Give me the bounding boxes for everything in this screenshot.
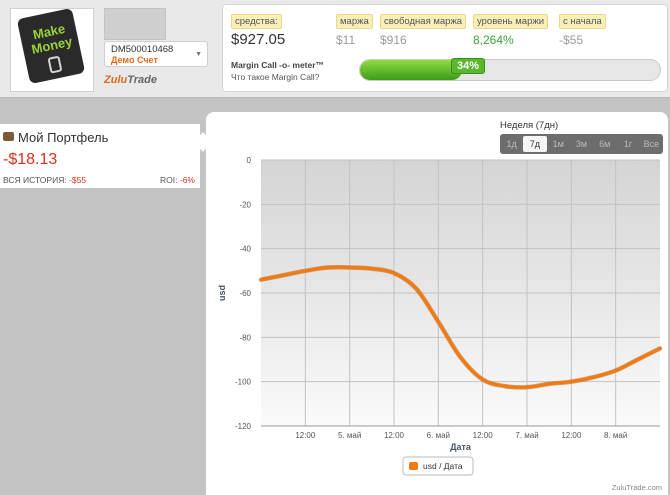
chart-panel: 0 -20 -40 -60 -80 -100 -120 12:00 5. май 12:00 6. …	[206, 112, 668, 495]
x-tick-label: 7. май	[515, 431, 538, 440]
account-stats-panel: средства: $927.05 маржа $11 свободная ма…	[222, 4, 668, 92]
make-money-card-icon: Make Money	[16, 7, 86, 85]
legend-swatch	[409, 462, 418, 470]
thumbnail-placeholder	[104, 8, 166, 40]
x-tick-label: 12:00	[561, 431, 582, 440]
y-tick-label: -20	[239, 200, 251, 209]
zulutrade-logo[interactable]: ZuluTrade	[104, 74, 157, 86]
margin-level-value: 8,264%	[473, 33, 514, 47]
free-margin-value: $916	[380, 33, 407, 47]
range-tab-2[interactable]: 1м	[547, 134, 570, 154]
legend-label: usd / Дата	[423, 461, 463, 471]
history-value: -$55	[69, 175, 87, 185]
briefcase-icon	[3, 132, 14, 141]
figure-icon	[47, 55, 63, 74]
portfolio-chart: 0 -20 -40 -60 -80 -100 -120 12:00 5. май 12:00 6. …	[217, 156, 663, 476]
stat-funds: средства: $927.05	[231, 11, 285, 48]
logo-part1: Zulu	[104, 74, 128, 86]
x-tick-label: 8. май	[604, 431, 627, 440]
range-tab-5[interactable]: 1г	[616, 134, 639, 154]
range-tab-4[interactable]: 6м	[593, 134, 616, 154]
range-tab-3[interactable]: 3м	[570, 134, 593, 154]
y-tick-label: -80	[239, 333, 251, 342]
margin-call-meter-overlay: 34%	[359, 58, 661, 81]
avatar[interactable]: Make Money	[10, 7, 94, 92]
y-tick-label: 0	[247, 156, 252, 165]
stat-margin: маржа $11	[336, 11, 373, 47]
account-type: Демо Счет	[111, 55, 158, 65]
y-tick-label: -40	[239, 245, 251, 254]
margin-call-percent: 34%	[451, 58, 486, 74]
y-tick-label: -60	[239, 289, 251, 298]
account-id: DM500010468	[111, 44, 174, 55]
x-tick-label: 12:00	[295, 431, 316, 440]
logo-part2: Trade	[127, 74, 157, 86]
funds-label: средства:	[231, 14, 282, 29]
free-margin-label: свободная маржа	[380, 14, 467, 29]
since-start-value: -$55	[559, 33, 584, 47]
roi-label: ROI:	[160, 175, 178, 185]
range-tab-6[interactable]: Все	[640, 134, 663, 154]
portfolio-roi: ROI: -6%	[160, 175, 195, 185]
range-tab-0[interactable]: 1д	[500, 134, 523, 154]
footer-note[interactable]: ZuluTrade.com	[612, 483, 662, 492]
margin-label: маржа	[336, 14, 373, 29]
portfolio-title: Мой Портфель	[18, 130, 109, 145]
roi-value: -6%	[179, 175, 195, 185]
x-tick-label: 12:00	[473, 431, 494, 440]
y-tick-label: -100	[235, 378, 252, 387]
margin-value: $11	[336, 33, 356, 47]
stat-margin-level: уровень маржи 8,264%	[473, 11, 549, 47]
margin-call-title: Margin Call -o- meter™	[231, 60, 325, 70]
y-axis-label: usd	[217, 285, 227, 301]
avatar-text: Make Money	[30, 20, 74, 57]
stat-since-start: с начала -$55	[559, 11, 606, 47]
x-tick-label: 5. май	[338, 431, 361, 440]
stat-free-margin: свободная маржа $916	[380, 11, 467, 47]
y-tick-label: -120	[235, 422, 252, 431]
margin-level-label: уровень маржи	[473, 14, 549, 29]
range-title: Неделя (7дн)	[500, 120, 559, 131]
x-tick-label: 6. май	[427, 431, 450, 440]
account-select[interactable]: DM500010468 Демо Счет ▼	[104, 41, 208, 67]
x-tick-label: 12:00	[384, 431, 405, 440]
x-axis-label: Дата	[450, 442, 472, 452]
funds-value: $927.05	[231, 31, 286, 48]
account-header: Make Money DM500010468 Демо Счет ▼ ZuluT…	[0, 0, 670, 98]
portfolio-value: -$18.13	[3, 151, 58, 168]
range-tabs: 1д 7д 1м 3м 6м 1г Все	[500, 134, 663, 154]
portfolio-history: ВСЯ ИСТОРИЯ: -$55	[3, 175, 86, 185]
chevron-down-icon: ▼	[195, 51, 202, 58]
history-label: ВСЯ ИСТОРИЯ:	[3, 175, 67, 185]
margin-call-help-link[interactable]: Что такое Margin Call?	[231, 72, 319, 82]
range-tab-1[interactable]: 7д	[523, 136, 547, 152]
since-start-label: с начала	[559, 14, 606, 29]
portfolio-summary: Мой Портфель -$18.13 ВСЯ ИСТОРИЯ: -$55 R…	[0, 124, 200, 188]
